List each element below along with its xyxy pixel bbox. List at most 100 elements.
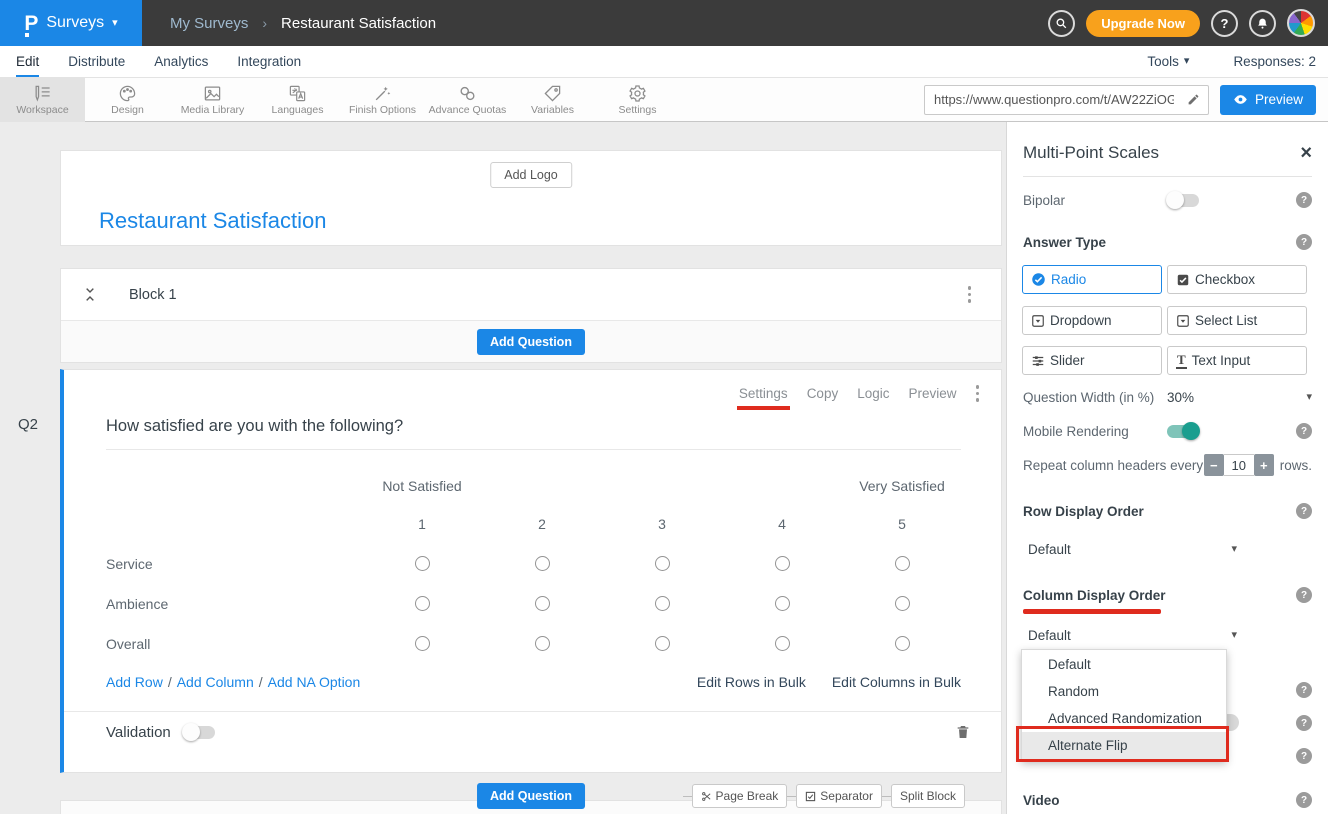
row-display-select[interactable]: Default ▾: [1023, 542, 1237, 557]
help-icon[interactable]: ?: [1296, 715, 1312, 731]
radio-option[interactable]: [535, 596, 550, 611]
radio-option[interactable]: [895, 556, 910, 571]
column-display-select[interactable]: Default ▾: [1023, 628, 1237, 643]
collapse-block-icon[interactable]: [84, 287, 96, 302]
add-na-option-link[interactable]: Add NA Option: [268, 674, 361, 690]
survey-title[interactable]: Restaurant Satisfaction: [99, 208, 326, 234]
add-column-link[interactable]: Add Column: [177, 674, 254, 690]
toolbar-item-workspace[interactable]: Workspace: [0, 78, 85, 122]
menu-option-default[interactable]: Default: [1022, 651, 1226, 678]
minus-button[interactable]: −: [1204, 454, 1224, 476]
help-icon[interactable]: ?: [1296, 748, 1312, 764]
row-label[interactable]: Service: [106, 544, 362, 584]
split-block-button[interactable]: Split Block: [891, 784, 965, 808]
block-menu-icon[interactable]: [968, 286, 972, 303]
add-question-button-bottom[interactable]: Add Question: [477, 783, 585, 809]
answer-type-select-list[interactable]: Select List: [1167, 306, 1307, 335]
help-icon[interactable]: ?: [1296, 192, 1312, 208]
radio-option[interactable]: [655, 596, 670, 611]
radio-option[interactable]: [535, 556, 550, 571]
help-button[interactable]: ?: [1211, 10, 1238, 37]
radio-option[interactable]: [775, 596, 790, 611]
radio-option[interactable]: [655, 556, 670, 571]
radio-option[interactable]: [415, 556, 430, 571]
separator-button[interactable]: Separator: [796, 784, 882, 808]
answer-type-checkbox[interactable]: Checkbox: [1167, 265, 1307, 294]
radio-option[interactable]: [535, 636, 550, 651]
column-display-dropdown-menu: Default Random Advanced Randomization Al…: [1021, 649, 1227, 761]
answer-type-radio[interactable]: Radio: [1022, 265, 1162, 294]
radio-option[interactable]: [655, 636, 670, 651]
toolbar-item-settings[interactable]: Settings: [595, 78, 680, 122]
help-icon[interactable]: ?: [1296, 423, 1312, 439]
plus-button[interactable]: +: [1254, 454, 1274, 476]
question-tab-logic[interactable]: Logic: [857, 386, 889, 401]
tools-menu[interactable]: Tools ▾: [1147, 54, 1189, 69]
menu-option-alternate-flip[interactable]: Alternate Flip: [1022, 732, 1226, 759]
help-icon[interactable]: ?: [1296, 792, 1312, 808]
menu-option-advanced-randomization[interactable]: Advanced Randomization: [1022, 705, 1226, 732]
pencil-icon: [1187, 93, 1200, 106]
answer-type-dropdown[interactable]: Dropdown: [1022, 306, 1162, 335]
close-icon[interactable]: ×: [1300, 143, 1312, 163]
toolbar-item-variables[interactable]: Variables: [510, 78, 595, 122]
radio-option[interactable]: [775, 636, 790, 651]
help-icon[interactable]: ?: [1296, 682, 1312, 698]
row-label[interactable]: Overall: [106, 624, 362, 664]
toolbar-item-media-library[interactable]: Media Library: [170, 78, 255, 122]
help-icon[interactable]: ?: [1296, 587, 1312, 603]
edit-rows-bulk-link[interactable]: Edit Rows in Bulk: [697, 674, 806, 690]
question-tab-copy[interactable]: Copy: [807, 386, 839, 401]
avatar[interactable]: [1287, 9, 1315, 37]
edit-url-button[interactable]: [1180, 93, 1208, 106]
responses-count[interactable]: Responses: 2: [1233, 54, 1316, 69]
survey-url-input[interactable]: [925, 92, 1180, 107]
toolbar-item-advance-quotas[interactable]: Advance Quotas: [425, 78, 510, 122]
add-row-link[interactable]: Add Row: [106, 674, 163, 690]
radio-option[interactable]: [895, 636, 910, 651]
check-circle-icon: [1031, 272, 1046, 287]
tab-distribute[interactable]: Distribute: [68, 46, 125, 77]
block-title[interactable]: Block 1: [129, 287, 177, 303]
question-menu-icon[interactable]: [976, 385, 980, 402]
question-tab-preview[interactable]: Preview: [908, 386, 956, 401]
delete-question-button[interactable]: [955, 723, 971, 741]
radio-option[interactable]: [415, 636, 430, 651]
answer-type-row: Answer Type ?: [1023, 232, 1312, 252]
row-label[interactable]: Ambience: [106, 584, 362, 624]
radio-option[interactable]: [895, 596, 910, 611]
add-question-button[interactable]: Add Question: [477, 329, 585, 355]
validation-row: Validation: [64, 712, 1001, 753]
question-tab-settings[interactable]: Settings: [739, 386, 788, 401]
question-width-value[interactable]: 30%: [1167, 390, 1194, 405]
preview-button[interactable]: Preview: [1220, 85, 1316, 115]
column-display-order-row: Column Display Order ?: [1023, 585, 1312, 605]
page-break-button[interactable]: Page Break: [692, 784, 788, 808]
breadcrumb-my-surveys[interactable]: My Surveys: [170, 15, 248, 32]
help-icon[interactable]: ?: [1296, 503, 1312, 519]
help-icon[interactable]: ?: [1296, 234, 1312, 250]
question-text[interactable]: How satisfied are you with the following…: [106, 417, 961, 436]
repeat-value-input[interactable]: [1224, 454, 1254, 476]
menu-option-random[interactable]: Random: [1022, 678, 1226, 705]
add-logo-button[interactable]: Add Logo: [490, 162, 572, 188]
answer-type-slider[interactable]: Slider: [1022, 346, 1162, 375]
radio-option[interactable]: [415, 596, 430, 611]
toolbar-item-languages[interactable]: Languages: [255, 78, 340, 122]
upgrade-now-button[interactable]: Upgrade Now: [1086, 10, 1200, 37]
tab-analytics[interactable]: Analytics: [154, 46, 208, 77]
tab-edit[interactable]: Edit: [16, 46, 39, 77]
edit-columns-bulk-link[interactable]: Edit Columns in Bulk: [832, 674, 961, 690]
toolbar-item-finish-options[interactable]: Finish Options: [340, 78, 425, 122]
search-button[interactable]: [1048, 10, 1075, 37]
chevron-down-icon[interactable]: ▾: [1306, 392, 1312, 403]
toolbar-item-design[interactable]: Design: [85, 78, 170, 122]
product-switcher[interactable]: P Surveys ▾: [0, 0, 142, 46]
bipolar-toggle[interactable]: [1167, 194, 1199, 207]
notifications-button[interactable]: [1249, 10, 1276, 37]
answer-type-text-input[interactable]: T Text Input: [1167, 346, 1307, 375]
validation-toggle[interactable]: [183, 726, 215, 739]
tab-integration[interactable]: Integration: [237, 46, 301, 77]
radio-option[interactable]: [775, 556, 790, 571]
mobile-rendering-toggle[interactable]: [1167, 425, 1199, 438]
